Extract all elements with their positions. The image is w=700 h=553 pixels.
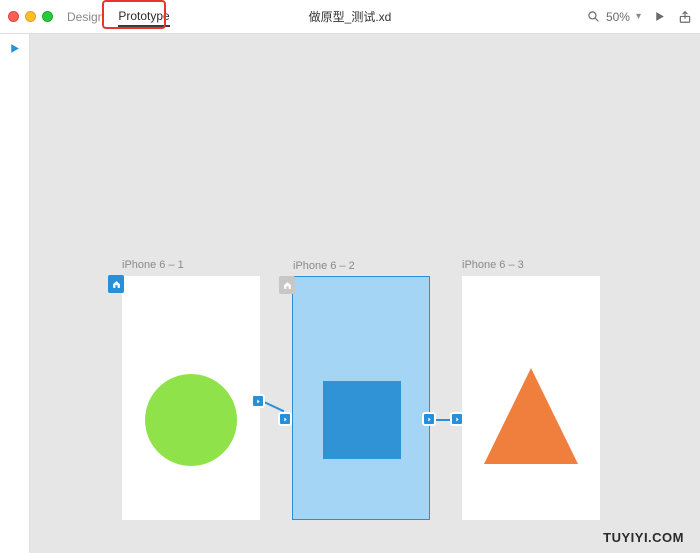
close-window-button[interactable]: [8, 11, 19, 22]
mode-tabs: Design Prototype: [67, 7, 170, 27]
artboard-label: iPhone 6 – 1: [122, 259, 184, 271]
tab-design[interactable]: Design: [67, 8, 104, 26]
home-artboard-badge[interactable]: [108, 275, 124, 293]
triangle-shape[interactable]: [484, 368, 578, 464]
circle-shape[interactable]: [145, 374, 237, 466]
artboard-label: iPhone 6 – 3: [462, 259, 524, 271]
document-title: 做原型_测试.xd: [309, 8, 392, 25]
canvas[interactable]: iPhone 6 – 1 iPhone 6 – 2 iPhone 6 – 3: [30, 34, 700, 553]
prototype-connector-handle[interactable]: [450, 412, 464, 426]
zoom-control[interactable]: 50% ▾: [587, 10, 641, 24]
home-artboard-badge-inactive[interactable]: [279, 276, 295, 294]
toolbar-right-group: 50% ▾: [587, 10, 692, 24]
zoom-value: 50%: [606, 10, 630, 24]
artboard-2[interactable]: iPhone 6 – 2: [292, 276, 430, 520]
prototype-connector-handle[interactable]: [422, 412, 436, 426]
artboard-1[interactable]: iPhone 6 – 1: [122, 276, 260, 520]
select-tool-button[interactable]: [8, 42, 21, 55]
artboard-3[interactable]: iPhone 6 – 3: [462, 276, 600, 520]
minimize-window-button[interactable]: [25, 11, 36, 22]
share-button[interactable]: [678, 10, 692, 24]
prototype-wire: [264, 401, 285, 412]
square-shape[interactable]: [323, 381, 401, 459]
app-toolbar: Design Prototype 做原型_测试.xd 50% ▾: [0, 0, 700, 34]
left-tool-rail: [0, 34, 30, 553]
maximize-window-button[interactable]: [42, 11, 53, 22]
search-icon: [587, 10, 600, 23]
content-area: iPhone 6 – 1 iPhone 6 – 2 iPhone 6 – 3: [0, 34, 700, 553]
chevron-down-icon: ▾: [636, 11, 641, 22]
play-preview-button[interactable]: [653, 10, 666, 23]
window-controls: [8, 11, 53, 22]
watermark-text: TUYIYI.COM: [603, 530, 684, 545]
tab-prototype[interactable]: Prototype: [118, 7, 169, 27]
artboard-label: iPhone 6 – 2: [293, 260, 355, 272]
prototype-connector-handle[interactable]: [251, 394, 265, 408]
prototype-connector-handle[interactable]: [278, 412, 292, 426]
